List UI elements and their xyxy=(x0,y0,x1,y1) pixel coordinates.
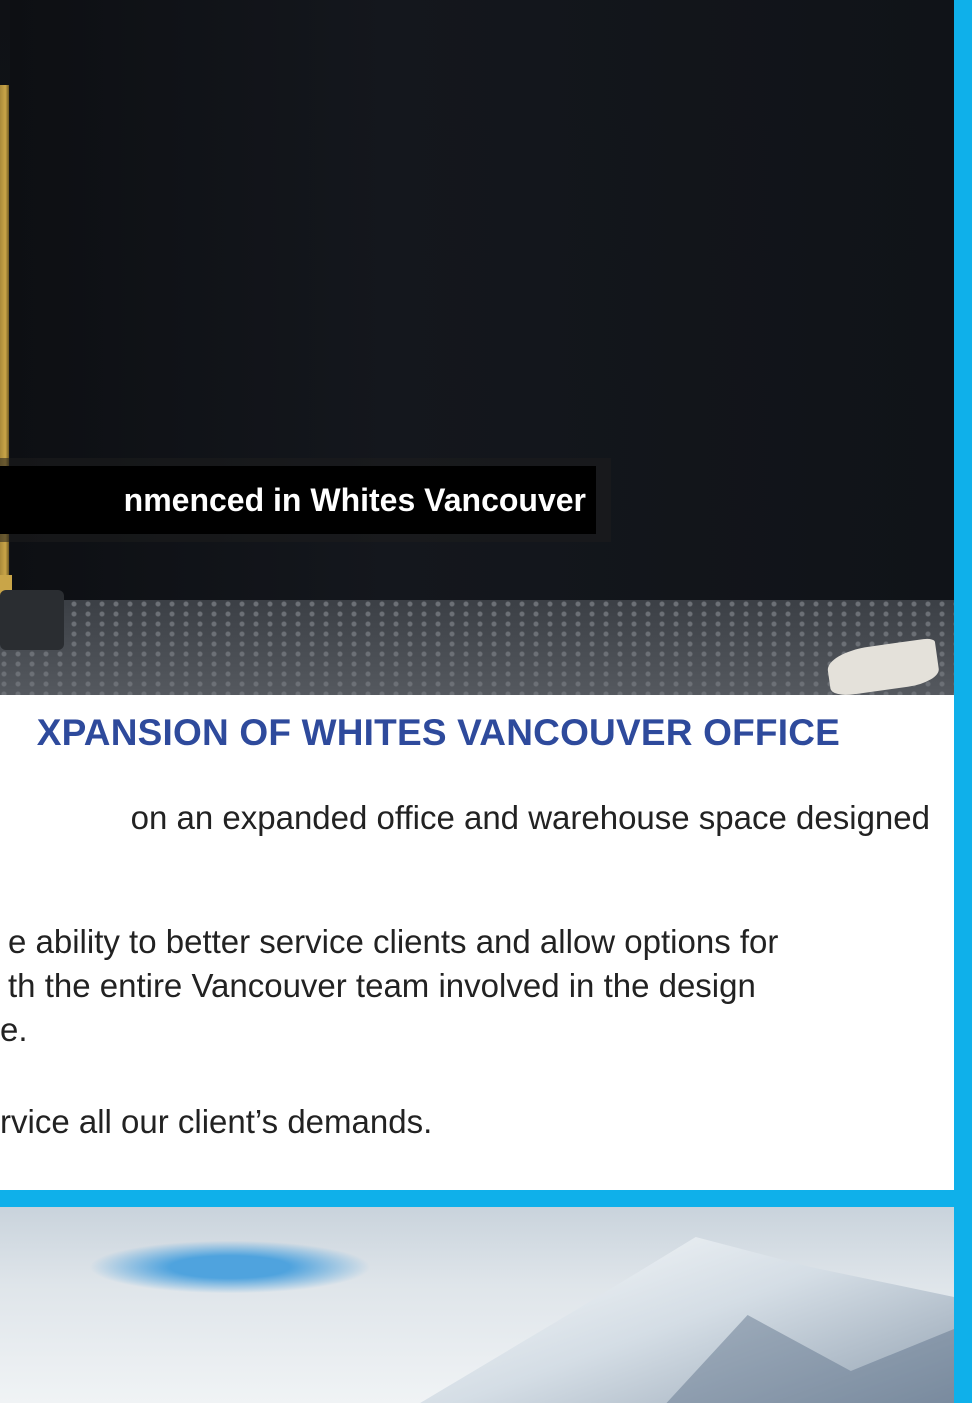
floor xyxy=(0,600,954,695)
page-card: nmenced in Whites Vancouver XPANSION OF … xyxy=(0,0,954,1190)
paragraph-1: on an expanded office and warehouse spac… xyxy=(0,796,930,840)
photo-caption-text: nmenced in Whites Vancouver xyxy=(0,466,596,534)
paragraph-3: rvice all our client’s demands. xyxy=(0,1100,930,1144)
paragraph-1-line-1: on an expanded office and warehouse spac… xyxy=(130,799,930,836)
article-heading: XPANSION OF WHITES VANCOUVER OFFICE xyxy=(36,712,840,753)
paragraph-2: e ability to better service clients and … xyxy=(0,920,930,1052)
paragraph-2-line-3: e. xyxy=(0,1011,28,1048)
photo-caption: nmenced in Whites Vancouver xyxy=(0,458,611,542)
paragraph-3-line-1: rvice all our client’s demands. xyxy=(0,1103,433,1140)
post-base xyxy=(0,590,64,650)
mountain-photo xyxy=(0,1207,954,1403)
warehouse-photo: nmenced in Whites Vancouver xyxy=(0,0,954,695)
paragraph-2-line-1: e ability to better service clients and … xyxy=(8,923,779,960)
paragraph-2-line-2: th the entire Vancouver team involved in… xyxy=(8,967,756,1004)
